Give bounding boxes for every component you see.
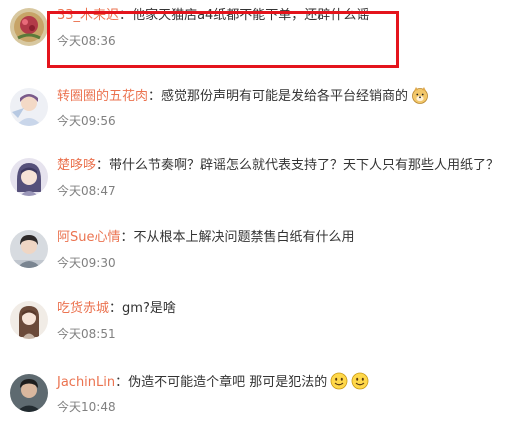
separator: ： xyxy=(109,301,123,316)
separator: ： xyxy=(96,158,110,173)
comment-time: 今天08:51 xyxy=(57,327,116,341)
comment-line: 转圈圈的五花肉：感觉那份声明有可能是发给各平台经销商的 xyxy=(57,86,429,107)
comment-time: 今天10:48 xyxy=(57,400,116,414)
username-link[interactable]: 楚哆哆 xyxy=(57,158,96,173)
username-link[interactable]: 转圈圈的五花肉 xyxy=(57,89,148,104)
avatar[interactable] xyxy=(10,158,48,196)
avatar[interactable] xyxy=(10,230,48,268)
separator: ： xyxy=(148,89,162,104)
comment-item: 阿Sue心情：不从根本上解决问题禁售白纸有什么用 今天09:30 xyxy=(0,222,521,290)
avatar[interactable] xyxy=(10,374,48,412)
comment-text: 感觉那份声明有可能是发给各平台经销商的 xyxy=(161,89,409,104)
username-link[interactable]: JachinLin xyxy=(57,375,115,390)
comment-text: gm?是啥 xyxy=(122,301,176,316)
avatar[interactable] xyxy=(10,88,48,126)
comment-item: 吃货赤城：gm?是啥 今天08:51 xyxy=(0,293,521,361)
comment-line: 楚哆哆：带什么节奏啊？辟谣怎么就代表支持了？天下人只有那些人用纸了？ xyxy=(57,156,499,176)
comment-text: 不从根本上解决问题禁售白纸有什么用 xyxy=(133,230,355,245)
separator: ： xyxy=(115,375,129,390)
comment-time: 今天08:47 xyxy=(57,184,116,198)
comment-item: JachinLin：伪造不可能造个章吧 那可是犯法的 今天10:48 xyxy=(0,366,521,434)
comment-item: 楚哆哆：带什么节奏啊？辟谣怎么就代表支持了？天下人只有那些人用纸了？ 今天08:… xyxy=(0,150,521,218)
comment-time: 今天09:30 xyxy=(57,256,116,270)
comment-line: 吃货赤城：gm?是啥 xyxy=(57,299,176,319)
comment-line: 阿Sue心情：不从根本上解决问题禁售白纸有什么用 xyxy=(57,228,355,248)
comment-item: 转圈圈的五花肉：感觉那份声明有可能是发给各平台经销商的 今天09:56 xyxy=(0,80,521,148)
highlight-box xyxy=(47,11,399,68)
username-link[interactable]: 阿Sue心情 xyxy=(57,230,121,245)
avatar[interactable] xyxy=(10,301,48,339)
comment-line: JachinLin：伪造不可能造个章吧 那可是犯法的 xyxy=(57,372,369,393)
comment-text: 带什么节奏啊？辟谣怎么就代表支持了？天下人只有那些人用纸了？ xyxy=(109,158,500,173)
avatar[interactable] xyxy=(10,8,48,46)
doge-emoji-icon xyxy=(412,87,428,104)
comment-text: 伪造不可能造个章吧 那可是犯法的 xyxy=(128,375,328,390)
comment-time: 今天09:56 xyxy=(57,114,116,128)
smile-emoji-icon xyxy=(330,372,348,390)
separator: ： xyxy=(120,230,134,245)
username-link[interactable]: 吃货赤城 xyxy=(57,301,109,316)
smile-emoji-icon xyxy=(351,372,369,390)
